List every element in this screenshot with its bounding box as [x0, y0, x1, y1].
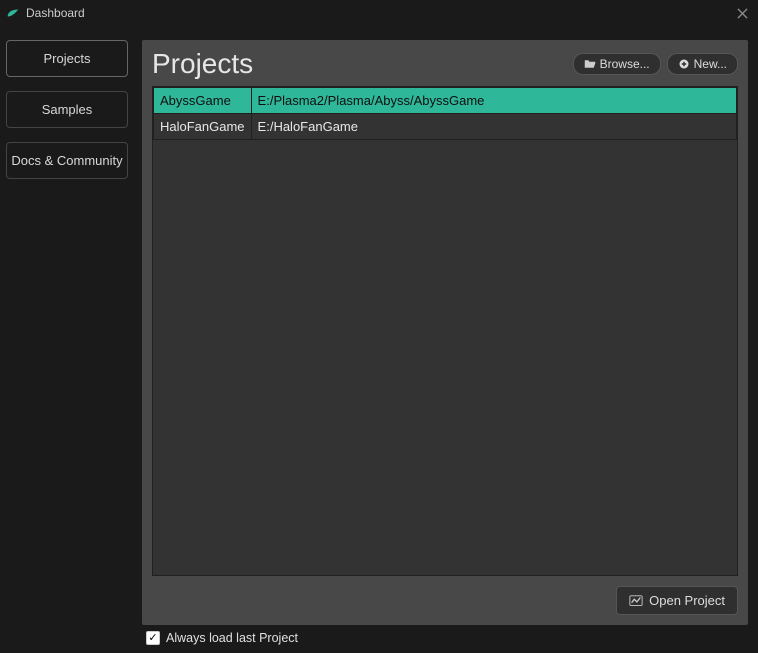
open-project-label: Open Project — [649, 593, 725, 608]
folder-open-icon — [584, 58, 596, 70]
sidebar-item-docs-community[interactable]: Docs & Community — [6, 142, 128, 179]
sidebar-item-label: Docs & Community — [11, 153, 122, 168]
new-label: New... — [694, 57, 727, 71]
close-icon[interactable] — [732, 3, 752, 23]
sidebar-item-label: Projects — [44, 51, 91, 66]
project-path: E:/Plasma2/Plasma/Abyss/AbyssGame — [251, 88, 736, 114]
new-button[interactable]: New... — [667, 53, 738, 75]
projects-panel: Projects Browse... New... AbyssGame — [142, 40, 748, 625]
browse-label: Browse... — [600, 57, 650, 71]
project-name: HaloFanGame — [154, 114, 252, 140]
always-load-label: Always load last Project — [166, 631, 298, 645]
chart-icon — [629, 594, 643, 608]
panel-title: Projects — [152, 48, 573, 80]
open-project-button[interactable]: Open Project — [616, 586, 738, 615]
project-path: E:/HaloFanGame — [251, 114, 736, 140]
sidebar: Projects Samples Docs & Community — [0, 26, 134, 653]
app-logo-icon — [6, 6, 20, 20]
projects-table: AbyssGame E:/Plasma2/Plasma/Abyss/AbyssG… — [152, 86, 738, 576]
sidebar-item-samples[interactable]: Samples — [6, 91, 128, 128]
sidebar-item-label: Samples — [42, 102, 93, 117]
table-row[interactable]: HaloFanGame E:/HaloFanGame — [154, 114, 737, 140]
window-title: Dashboard — [26, 6, 85, 20]
titlebar: Dashboard — [0, 0, 758, 26]
table-row[interactable]: AbyssGame E:/Plasma2/Plasma/Abyss/AbyssG… — [154, 88, 737, 114]
sidebar-item-projects[interactable]: Projects — [6, 40, 128, 77]
always-load-checkbox[interactable]: ✓ — [146, 631, 160, 645]
plus-circle-icon — [678, 58, 690, 70]
browse-button[interactable]: Browse... — [573, 53, 661, 75]
project-name: AbyssGame — [154, 88, 252, 114]
